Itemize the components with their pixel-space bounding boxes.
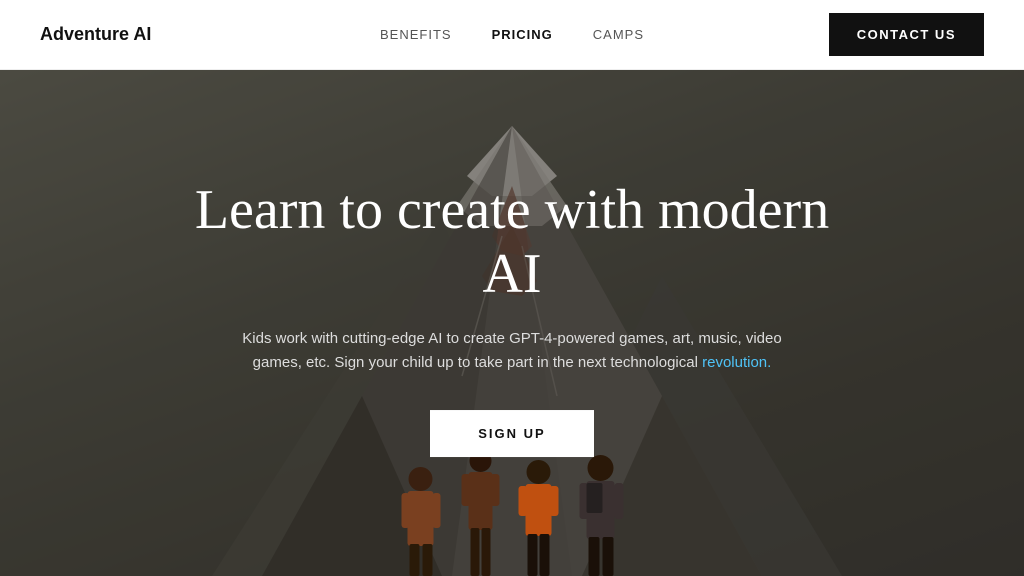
hero-title: Learn to create with modern AI: [162, 178, 862, 307]
figure-3: [513, 456, 565, 576]
hero-subtitle: Kids work with cutting-edge AI to create…: [232, 327, 792, 375]
hero-content: Learn to create with modern AI Kids work…: [162, 178, 862, 457]
nav-benefits[interactable]: BENEFITS: [380, 27, 452, 42]
nav-pricing[interactable]: PRICING: [492, 27, 553, 42]
navbar: Adventure AI BENEFITS PRICING CAMPS CONT…: [0, 0, 1024, 70]
hero-figures: [394, 446, 631, 576]
figure-1: [394, 461, 449, 576]
nav-camps[interactable]: CAMPS: [593, 27, 644, 42]
contact-button[interactable]: CONTACT US: [829, 13, 984, 56]
figure-2: [457, 446, 505, 576]
figure-4: [573, 451, 631, 576]
nav-links: BENEFITS PRICING CAMPS: [380, 27, 644, 42]
hero-subtitle-highlight: revolution.: [702, 354, 771, 371]
hero-subtitle-text: Kids work with cutting-edge AI to create…: [242, 330, 781, 371]
site-logo: Adventure AI: [40, 24, 151, 45]
hero-section: Learn to create with modern AI Kids work…: [0, 70, 1024, 576]
signup-button[interactable]: SIGN UP: [430, 410, 593, 457]
